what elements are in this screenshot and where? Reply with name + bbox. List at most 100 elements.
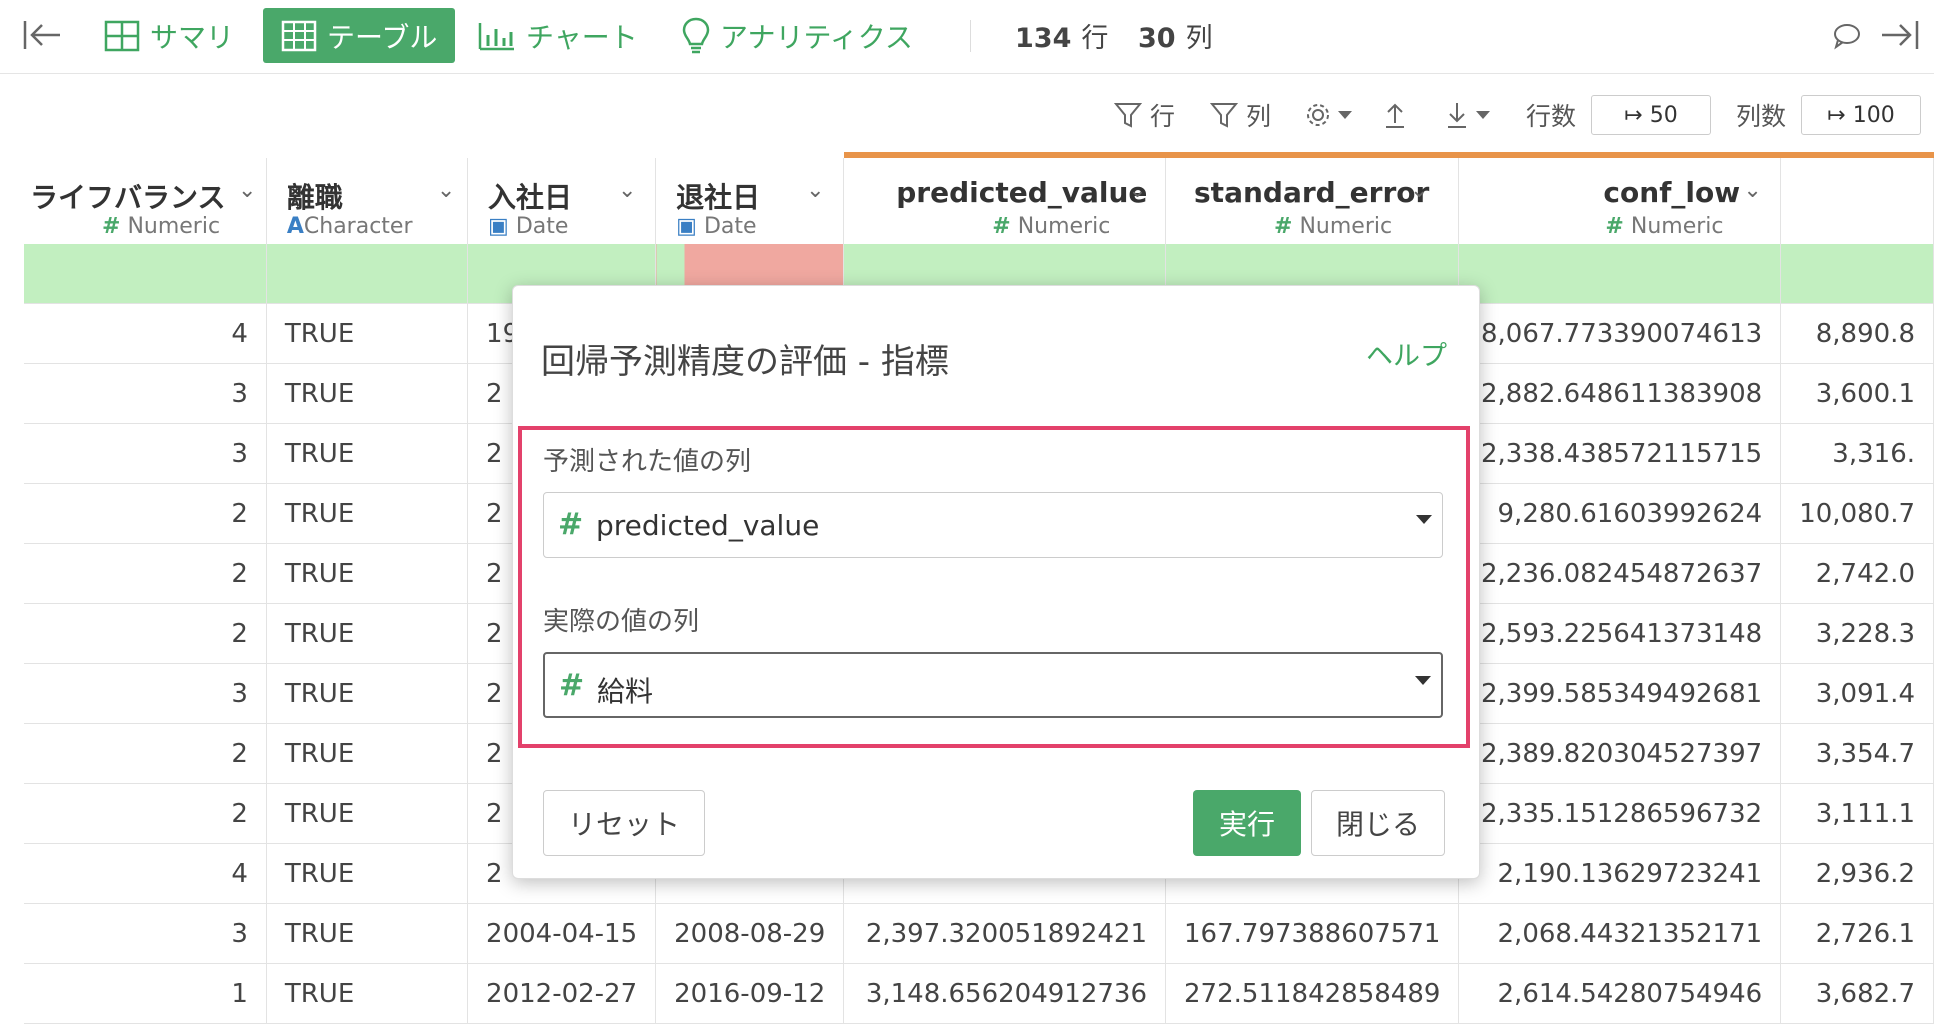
table-cell[interactable]: 2,389.820304527397 <box>1458 723 1782 784</box>
table-cell[interactable]: 2,882.648611383908 <box>1458 363 1782 424</box>
table-cell[interactable]: TRUE <box>266 303 469 364</box>
settings-menu-button[interactable] <box>1304 95 1354 135</box>
actual-column-select[interactable]: # 給料 <box>543 652 1443 718</box>
table-cell[interactable]: 3,316. <box>1780 423 1934 484</box>
calendar-icon: ▣ <box>488 214 509 239</box>
table-cell[interactable]: 2,338.438572115715 <box>1458 423 1782 484</box>
chevron-down-icon[interactable]: ⌄ <box>806 178 824 203</box>
table-cell[interactable]: 3,091.4 <box>1780 663 1934 724</box>
table-cell[interactable]: 3,228.3 <box>1780 603 1934 664</box>
table-cell[interactable]: 2,190.13629723241 <box>1458 843 1782 904</box>
table-cell[interactable]: TRUE <box>266 783 469 844</box>
column-header[interactable]: 退社日 ⌄ ▣ Date <box>655 155 845 244</box>
table-cell[interactable]: 2 <box>24 723 267 784</box>
table-cell[interactable]: TRUE <box>266 363 469 424</box>
table-cell[interactable]: 2,742.0 <box>1780 543 1934 604</box>
column-header[interactable]: ライフバランス ⌄ # Numeric <box>24 155 267 244</box>
collapse-right-icon[interactable] <box>1880 18 1920 56</box>
table-cell[interactable]: 2012-02-27 <box>467 963 657 1024</box>
table-cell[interactable]: TRUE <box>266 663 469 724</box>
table-cell[interactable]: 2,068.44321352171 <box>1458 903 1782 964</box>
table-cell[interactable]: 3,682.7 <box>1780 963 1934 1024</box>
table-cell[interactable]: 2004-04-15 <box>467 903 657 964</box>
chevron-down-icon[interactable]: ⌄ <box>437 178 455 203</box>
run-button[interactable]: 実行 <box>1193 790 1301 856</box>
table-cell[interactable]: 2,936.2 <box>1780 843 1934 904</box>
table-cell[interactable]: TRUE <box>266 423 469 484</box>
help-link[interactable]: ヘルプ <box>1366 334 1447 373</box>
caret-down-icon <box>1338 111 1352 119</box>
predicted-column-select[interactable]: # predicted_value <box>543 492 1443 558</box>
column-type-label: Numeric <box>1299 214 1393 239</box>
chevron-down-icon[interactable]: ⌄ <box>1410 178 1428 203</box>
table-cell[interactable]: 2 <box>24 783 267 844</box>
tab-summary-label: サマリ <box>150 20 235 54</box>
table-cell[interactable]: 2,614.54280754946 <box>1458 963 1782 1024</box>
tab-chart-label: チャート <box>526 20 638 54</box>
chevron-down-icon[interactable]: ⌄ <box>238 178 256 203</box>
table-cell[interactable]: 10,080.7 <box>1780 483 1934 544</box>
table-cell[interactable]: 3,111.1 <box>1780 783 1934 844</box>
table-cell[interactable]: 8,067.773390074613 <box>1458 303 1782 364</box>
gear-icon <box>1307 104 1329 126</box>
chevron-down-icon[interactable]: ⌄ <box>1128 178 1146 203</box>
table-cell[interactable]: 2,397.320051892421 <box>843 903 1167 964</box>
table-cell[interactable]: 3,600.1 <box>1780 363 1934 424</box>
collapse-left-icon[interactable] <box>22 18 62 56</box>
column-header[interactable]: standard_error ⌄ # Numeric <box>1165 152 1460 244</box>
chevron-down-icon[interactable]: ⌄ <box>618 178 636 203</box>
table-cell[interactable]: 4 <box>24 843 267 904</box>
table-cell[interactable]: 2 <box>24 483 267 544</box>
tab-table[interactable]: テーブル <box>263 8 456 63</box>
close-button[interactable]: 閉じる <box>1311 790 1445 856</box>
numeric-type-icon: # <box>558 507 584 542</box>
table-cell[interactable]: 2 <box>24 603 267 664</box>
reset-button[interactable]: リセット <box>543 790 705 856</box>
table-cell[interactable]: 2016-09-12 <box>655 963 845 1024</box>
column-header[interactable]: predicted_value ⌄ # Numeric <box>843 152 1167 244</box>
table-cell[interactable]: 2,593.225641373148 <box>1458 603 1782 664</box>
table-cell[interactable]: 8,890.8 <box>1780 303 1934 364</box>
table-cell[interactable]: 1 <box>24 963 267 1024</box>
table-cell[interactable]: TRUE <box>266 543 469 604</box>
table-cell[interactable]: 272.511842858489 <box>1165 963 1460 1024</box>
table-cell[interactable]: 2,335.151286596732 <box>1458 783 1782 844</box>
table-cell[interactable]: 2 <box>24 543 267 604</box>
column-type: # Numeric <box>1274 214 1392 239</box>
column-header[interactable]: 離職 ⌄ ACharacter <box>266 155 469 244</box>
table-cell[interactable]: TRUE <box>266 903 469 964</box>
column-header[interactable]: 入社日 ⌄ ▣ Date <box>467 155 657 244</box>
table-cell[interactable]: 9,280.61603992624 <box>1458 483 1782 544</box>
column-filter-button[interactable]: 列 <box>1210 95 1271 135</box>
download-menu-button[interactable] <box>1444 95 1492 135</box>
table-cell[interactable]: 2008-08-29 <box>655 903 845 964</box>
tab-summary[interactable]: サマリ <box>104 8 234 63</box>
table-cell[interactable]: 3 <box>24 363 267 424</box>
table-cell[interactable]: 2,726.1 <box>1780 903 1934 964</box>
tab-chart[interactable]: チャート <box>478 8 638 63</box>
table-cell[interactable]: 2,399.585349492681 <box>1458 663 1782 724</box>
table-cell[interactable]: 4 <box>24 303 267 364</box>
table-cell[interactable]: 3 <box>24 663 267 724</box>
tab-analytics[interactable]: アナリティクス <box>682 8 913 63</box>
cols-limit-input[interactable]: ↦ 100 <box>1801 95 1921 135</box>
table-cell[interactable]: 3,148.656204912736 <box>843 963 1167 1024</box>
export-button[interactable] <box>1382 95 1408 135</box>
table-cell[interactable]: TRUE <box>266 843 469 904</box>
table-cell[interactable]: TRUE <box>266 603 469 664</box>
chevron-down-icon[interactable]: ⌄ <box>1743 178 1761 203</box>
rows-limit-input[interactable]: ↦ 50 <box>1591 95 1711 135</box>
header-row: ライフバランス ⌄ # Numeric 離職 ⌄ ACharacter 入社日 … <box>24 152 1934 244</box>
table-cell[interactable]: 2,236.082454872637 <box>1458 543 1782 604</box>
table-cell[interactable]: TRUE <box>266 483 469 544</box>
row-filter-button[interactable]: 行 <box>1114 95 1175 135</box>
column-header[interactable] <box>1780 152 1934 244</box>
table-cell[interactable]: TRUE <box>266 963 469 1024</box>
table-cell[interactable]: 3,354.7 <box>1780 723 1934 784</box>
table-cell[interactable]: TRUE <box>266 723 469 784</box>
comment-icon[interactable] <box>1832 22 1862 54</box>
table-cell[interactable]: 3 <box>24 423 267 484</box>
table-cell[interactable]: 3 <box>24 903 267 964</box>
table-cell[interactable]: 167.797388607571 <box>1165 903 1460 964</box>
column-header[interactable]: conf_low ⌄ # Numeric <box>1458 152 1782 244</box>
